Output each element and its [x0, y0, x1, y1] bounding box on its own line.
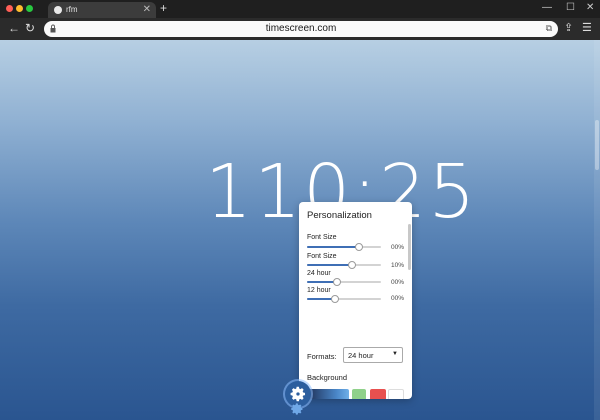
- maximize-window-button[interactable]: [26, 5, 33, 12]
- panel-scrollbar[interactable]: [408, 224, 411, 270]
- share-icon[interactable]: ⇪: [564, 22, 573, 35]
- slider-value: 10%: [390, 262, 404, 269]
- slider-value: 00%: [390, 279, 404, 286]
- favicon-icon: [54, 6, 62, 14]
- background-swatch-red[interactable]: [370, 389, 386, 399]
- slider-label: 12 hour: [307, 287, 331, 294]
- slider-thumb[interactable]: [332, 278, 341, 286]
- slider-thumb[interactable]: [331, 295, 340, 303]
- browser-tab[interactable]: rfm ✕: [48, 2, 156, 18]
- reload-icon[interactable]: ↻: [25, 21, 35, 35]
- slider-thumb[interactable]: [354, 243, 363, 251]
- slider-thumb[interactable]: [348, 261, 357, 269]
- gear-icon-secondary[interactable]: [290, 402, 304, 416]
- personalization-panel: Personalization Font Size 00% Font Size …: [299, 202, 412, 399]
- formats-selected-value: 24 hour: [348, 351, 374, 360]
- 24-hour-slider[interactable]: [307, 278, 381, 286]
- font-size-slider[interactable]: [307, 243, 381, 251]
- browser-toolbar: ← ↻ timescreen.com ⧉ ⇪ ☰: [0, 18, 600, 40]
- slider-value: 00%: [390, 244, 404, 251]
- slider-label: 24 hour: [307, 270, 331, 277]
- tab-title: rfm: [66, 5, 78, 14]
- back-icon[interactable]: ←: [8, 21, 20, 35]
- open-in-icon[interactable]: ⧉: [546, 23, 552, 34]
- menu-icon[interactable]: ☰: [582, 22, 592, 35]
- formats-label: Formats:: [307, 352, 337, 361]
- scroll-thumb[interactable]: [595, 120, 599, 170]
- panel-title: Personalization: [307, 210, 372, 221]
- slider-value: 00%: [390, 295, 404, 302]
- gear-icon: [290, 386, 306, 402]
- minimize-icon[interactable]: —: [542, 1, 552, 15]
- font-size-slider-2[interactable]: [307, 261, 381, 269]
- background-swatch-green[interactable]: [352, 389, 366, 399]
- new-tab-button[interactable]: +: [160, 1, 167, 15]
- minimize-window-button[interactable]: [16, 5, 23, 12]
- page-viewport: 110:25 Personalization Font Size 00% Fon…: [0, 40, 600, 420]
- restore-icon[interactable]: ☐: [566, 1, 575, 15]
- close-window-button[interactable]: [6, 5, 13, 12]
- formats-dropdown[interactable]: 24 hour ▼: [343, 347, 403, 363]
- slider-label: Font Size: [307, 253, 337, 260]
- slider-label: Font Size: [307, 234, 337, 241]
- tab-close-icon[interactable]: ✕: [143, 3, 151, 17]
- page-scrollbar[interactable]: [594, 40, 600, 420]
- close-icon[interactable]: ✕: [586, 1, 594, 15]
- address-bar[interactable]: timescreen.com ⧉: [44, 21, 558, 37]
- background-swatch-white[interactable]: [388, 389, 404, 399]
- url-text: timescreen.com: [265, 23, 337, 34]
- background-swatch-blue[interactable]: [307, 389, 349, 399]
- background-label: Background: [307, 373, 348, 382]
- chevron-down-icon: ▼: [392, 351, 398, 357]
- 12-hour-slider[interactable]: [307, 295, 381, 303]
- tab-bar: rfm ✕ + — ☐ ✕: [0, 0, 600, 18]
